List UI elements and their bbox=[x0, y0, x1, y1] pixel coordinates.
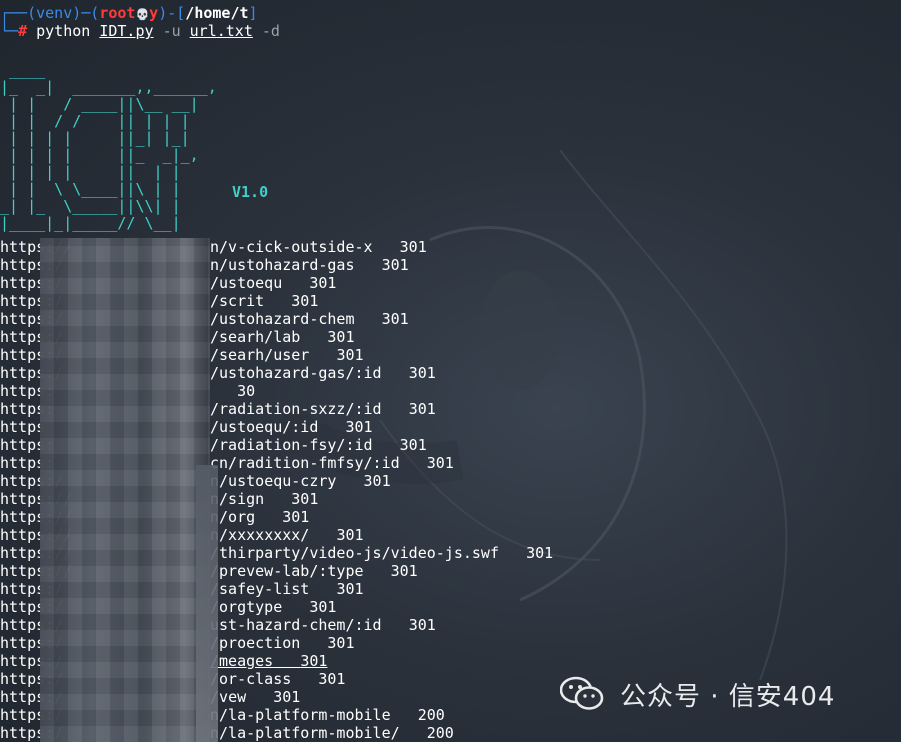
status-code: 200 bbox=[426, 724, 454, 742]
url-path-rest: ages bbox=[237, 652, 274, 670]
url-path: /sear bbox=[210, 328, 256, 346]
status-code: 301 bbox=[273, 688, 301, 706]
url-path: n/xxxx bbox=[210, 526, 265, 544]
venv-label: (venv) bbox=[27, 4, 82, 22]
status-code: 301 bbox=[408, 400, 436, 418]
status-code: 301 bbox=[291, 490, 319, 508]
skull-icon: 💀 bbox=[135, 8, 150, 21]
status-code: 301 bbox=[327, 328, 355, 346]
url-path-rest: -platform-mobile/ bbox=[246, 724, 400, 742]
url-path: /usto bbox=[210, 418, 256, 436]
flag-d: -d bbox=[261, 22, 280, 40]
url-path-rest: type bbox=[246, 598, 283, 616]
url-file: url.txt bbox=[189, 22, 253, 40]
url-path-rest: y-list bbox=[255, 580, 310, 598]
watermark: 公众号 · 信安404 bbox=[560, 672, 835, 716]
prompt-host: y bbox=[149, 4, 159, 22]
status-code: 301 bbox=[363, 472, 391, 490]
url-path-rest: ection bbox=[246, 634, 301, 652]
url-path-rest: hazard-gas bbox=[264, 256, 355, 274]
url-path-rest: ation-sxzz/:id bbox=[255, 400, 382, 418]
url-path: n/sign bbox=[210, 490, 265, 508]
wechat-icon bbox=[560, 676, 604, 710]
url-path-rest: h/user bbox=[255, 346, 310, 364]
url-path: /radi bbox=[210, 400, 256, 418]
prompt-user: root bbox=[99, 4, 136, 22]
url-path-rest: equ/:id bbox=[255, 418, 319, 436]
status-code: 30 bbox=[237, 382, 256, 400]
url-path: n/usto bbox=[210, 472, 265, 490]
url-path-rest: xxxx/ bbox=[264, 526, 310, 544]
version-label: V1.0 bbox=[232, 183, 269, 201]
url-path: /radi bbox=[210, 436, 256, 454]
status-code: 301 bbox=[336, 580, 364, 598]
status-code: 301 bbox=[291, 292, 319, 310]
url-path-rest: equ-czry bbox=[264, 472, 337, 490]
url-path: /usto bbox=[210, 274, 256, 292]
status-code: 301 bbox=[408, 364, 436, 382]
prompt-path: /home/t bbox=[185, 4, 249, 22]
status-code: 301 bbox=[426, 454, 454, 472]
url-path: n/v-c bbox=[210, 238, 256, 256]
flag-u: -u bbox=[162, 22, 181, 40]
status-code: 301 bbox=[327, 634, 355, 652]
url-path-rest: tion-fmfsy/:id bbox=[273, 454, 400, 472]
url-path-rest: equ bbox=[255, 274, 283, 292]
status-code: 301 bbox=[336, 526, 364, 544]
status-code: 301 bbox=[309, 598, 337, 616]
status-code: 301 bbox=[345, 418, 373, 436]
url-path: /sear bbox=[210, 346, 256, 364]
script-name: IDT.py bbox=[99, 22, 154, 40]
command-name: python bbox=[36, 22, 91, 40]
status-code: 301 bbox=[390, 562, 418, 580]
status-code: 301 bbox=[526, 544, 554, 562]
redaction-blur bbox=[40, 238, 210, 742]
status-code: 301 bbox=[336, 346, 364, 364]
redaction-blur-strip bbox=[196, 465, 218, 742]
status-code: 301 bbox=[399, 238, 427, 256]
url-path: n/usto bbox=[210, 256, 265, 274]
prompt-hash: # bbox=[18, 22, 28, 40]
status-code: 301 bbox=[318, 670, 346, 688]
url-path-rest: party/video-js/video-js.swf bbox=[255, 544, 499, 562]
url-path-rest: ew bbox=[228, 688, 247, 706]
url-path-rest: -class bbox=[237, 670, 292, 688]
url-path: /usto bbox=[210, 364, 256, 382]
status-code: 301 bbox=[282, 508, 310, 526]
url-path-rest: ation-fsy/:id bbox=[255, 436, 373, 454]
status-code: 301 bbox=[381, 310, 409, 328]
url-path-rest: ew-lab/:type bbox=[255, 562, 364, 580]
url-path-rest: -platform-mobile bbox=[246, 706, 391, 724]
status-code: 301 bbox=[381, 256, 409, 274]
url-path-rest: hazard-chem bbox=[255, 310, 355, 328]
url-path: cn/radi bbox=[210, 454, 274, 472]
prompt-line-2[interactable]: └─# python IDT.py -u url.txt -d bbox=[0, 22, 280, 40]
url-path-rest: hazard-gas/:id bbox=[255, 364, 382, 382]
status-code: 301 bbox=[408, 616, 436, 634]
url-path-rest: h/lab bbox=[255, 328, 301, 346]
status-code: 301 bbox=[300, 652, 328, 670]
url-path-rest: t bbox=[255, 292, 265, 310]
prompt-line-1: ┌──(venv)─(root💀y)-[/home/t] bbox=[0, 4, 258, 22]
status-code: 301 bbox=[399, 436, 427, 454]
url-path: /scri bbox=[210, 292, 256, 310]
status-code: 200 bbox=[417, 706, 445, 724]
watermark-text: 公众号 · 信安404 bbox=[620, 681, 836, 712]
url-path-rest: -hazard-chem/:id bbox=[237, 616, 382, 634]
url-path-rest: ick-outside-x bbox=[255, 238, 373, 256]
status-code: 301 bbox=[309, 274, 337, 292]
terminal-window[interactable]: ┌──(venv)─(root💀y)-[/home/t] └─# python … bbox=[0, 0, 901, 742]
url-path: /usto bbox=[210, 310, 256, 328]
ascii-banner: ____ |_ _| _______,,______, | | / ____||… bbox=[0, 61, 217, 232]
